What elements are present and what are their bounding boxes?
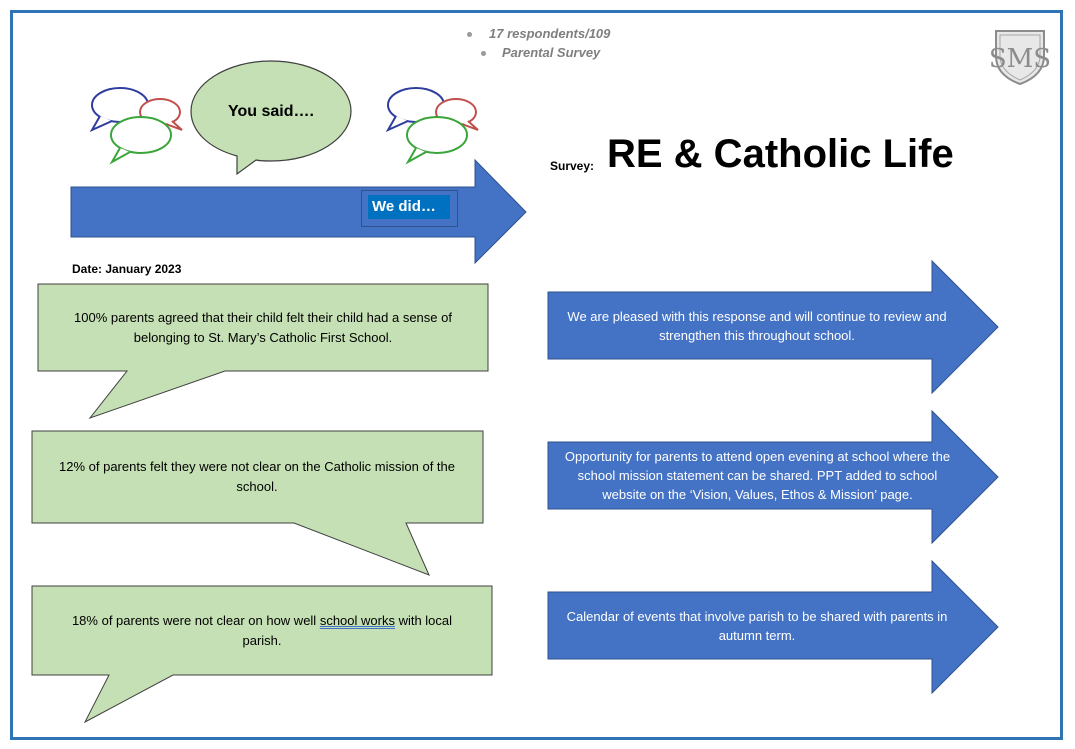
- speech-bubbles-icon: [385, 87, 479, 165]
- said-text-1: 100% parents agreed that their child fel…: [74, 309, 452, 345]
- did-text-3: Calendar of events that involve parish t…: [566, 608, 948, 643]
- survey-date: Date: January 2023: [72, 262, 182, 276]
- said-text-2: 12% of parents felt they were not clear …: [59, 459, 455, 494]
- said-text-3: 18% of parents were not clear on how wel…: [71, 612, 453, 648]
- survey-label: Survey:: [550, 159, 595, 173]
- crest-letters: SMS: [989, 44, 1051, 74]
- respondents-list: 17 respondents/109 Parental Survey: [460, 26, 660, 64]
- underlined-phrase: school works: [319, 612, 395, 628]
- did-text-2: Opportunity for parents to attend open e…: [564, 449, 951, 502]
- we-did-label: We did…: [368, 195, 450, 219]
- bullet-respondents: 17 respondents/109: [460, 26, 660, 45]
- bullet-dot-icon: [467, 32, 472, 37]
- we-did-arrow: [70, 158, 527, 265]
- bullet-dot-icon: [481, 51, 486, 56]
- school-crest-logo: SMS: [989, 30, 1051, 86]
- you-said-label: You said….: [228, 103, 314, 120]
- survey-title: RE & Catholic Life: [607, 132, 954, 176]
- did-text-1: We are pleased with this response and wi…: [567, 308, 947, 343]
- speech-bubbles-icon: [89, 87, 183, 165]
- bullet-survey-type: Parental Survey: [460, 45, 660, 64]
